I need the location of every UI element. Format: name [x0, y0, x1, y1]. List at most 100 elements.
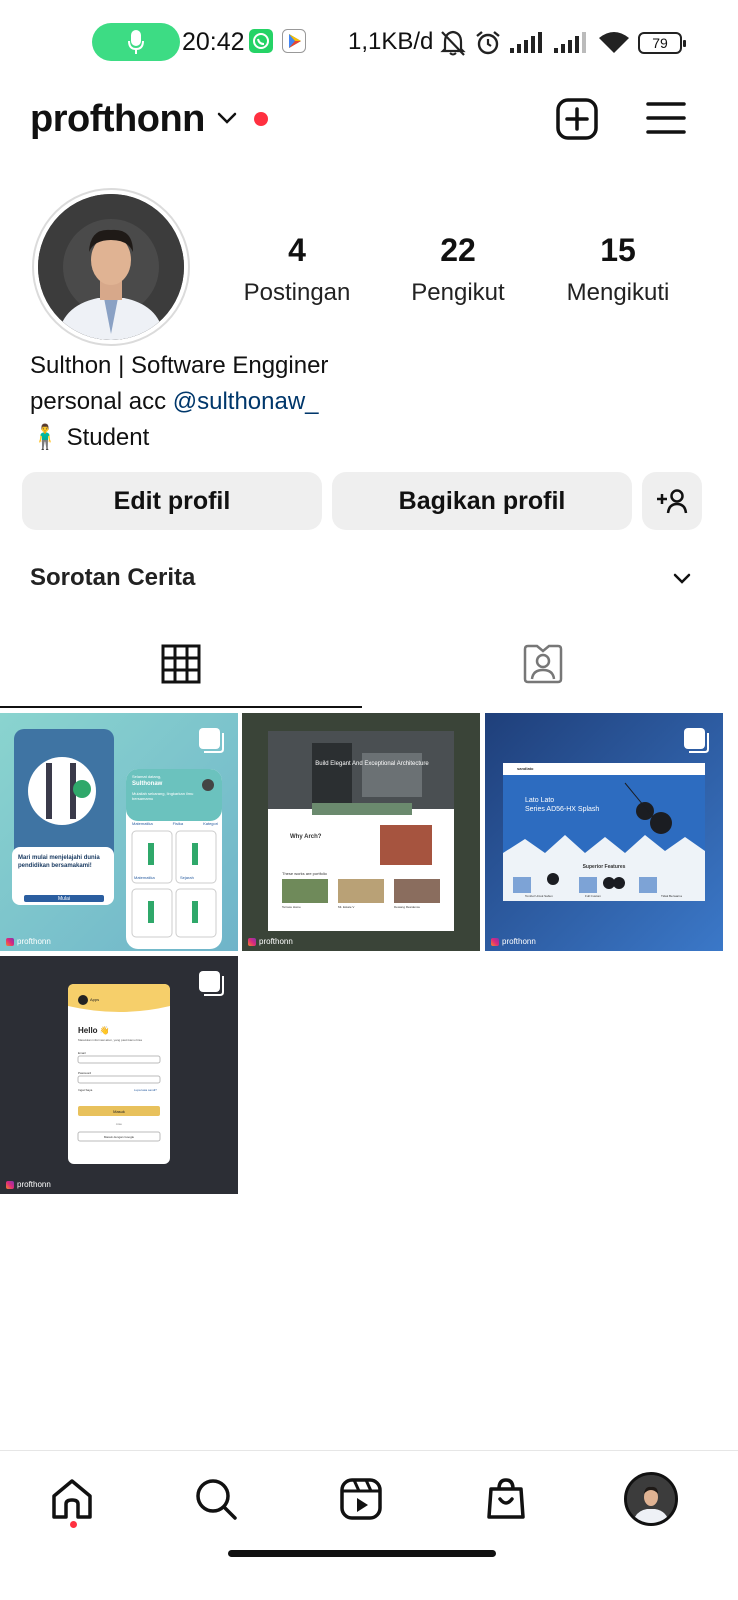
mic-icon	[128, 30, 144, 54]
bio-mention-link[interactable]: @sulthonaw_	[173, 388, 319, 415]
post-1-subtitle: Mulailah sekarang, lingkarkan ilmu bersa…	[132, 791, 194, 801]
bio-line-2: personal acc @sulthonaw_	[30, 384, 328, 420]
posts-count: 4	[288, 232, 306, 268]
avatar	[38, 194, 184, 340]
multi-image-icon	[199, 728, 224, 753]
post-1-name: Sulthonaw	[132, 781, 163, 787]
username[interactable]: profthonn	[30, 98, 205, 141]
bio-prefix: personal acc	[30, 388, 173, 415]
shop-icon	[487, 1478, 525, 1519]
post-1-greeting: Selamat datang,	[132, 774, 162, 779]
tab-tagged[interactable]	[362, 620, 724, 708]
post-3-feature: Tombol Untuk Sabun	[525, 894, 553, 898]
alarm-icon	[476, 31, 500, 55]
post-watermark-text: profthonn	[259, 937, 293, 946]
post-4-password-label: Password	[78, 1071, 92, 1075]
mute-icon	[440, 30, 466, 56]
post-1-item: Sejarah	[180, 875, 194, 880]
following-label: Mengikuti	[566, 279, 670, 306]
post-thumbnail[interactable]: Build Elegant And Exceptional Architectu…	[242, 713, 480, 951]
post-4-login-button: Masuk	[113, 1109, 125, 1114]
add-person-icon	[657, 489, 688, 514]
post-3-hero-line2: Series AD56-HX Splash	[525, 806, 600, 813]
battery-level: 79	[652, 35, 668, 51]
bio-name: Sulthon | Software Engginer	[30, 352, 329, 379]
network-speed: 1,1KB/d	[348, 28, 434, 55]
story-highlights-label[interactable]: Sorotan Cerita	[30, 564, 195, 592]
post-2-list-title: These works are portfolio	[282, 871, 327, 876]
signal-icon	[554, 32, 586, 53]
post-watermark: profthonn	[248, 937, 293, 946]
nav-search[interactable]	[186, 1469, 246, 1529]
status-time: 20:42	[182, 28, 245, 56]
post-3-feature: Tidak Berwarna	[661, 894, 682, 898]
profile-avatar[interactable]	[32, 188, 190, 346]
edit-profile-button[interactable]: Edit profil	[22, 472, 322, 530]
nav-reels[interactable]	[331, 1469, 391, 1529]
mic-indicator[interactable]	[92, 23, 180, 61]
post-watermark-text: profthonn	[17, 1180, 51, 1189]
bio-student: Student	[66, 424, 150, 451]
post-1-tabs: Matematika Fisika Kategori	[132, 821, 218, 826]
stat-following[interactable]: 15 Mengikuti	[538, 232, 698, 307]
tab-posts-grid[interactable]	[0, 620, 362, 708]
stat-posts[interactable]: 4 Postingan	[217, 232, 377, 307]
post-3-hero-line1: Lato Lato	[525, 797, 555, 804]
add-post-icon[interactable]	[556, 98, 598, 140]
profile-avatar	[624, 1472, 678, 1526]
stat-followers[interactable]: 22 Pengikut	[378, 232, 538, 307]
post-1-item: Matematika	[134, 875, 155, 880]
post-2-hero-title: Build Elegant And Exceptional Architectu…	[315, 761, 429, 767]
status-icons: 79	[440, 26, 686, 60]
post-2-project: Dewang Residence	[394, 905, 421, 909]
search-icon	[196, 1479, 237, 1520]
post-watermark: profthonn	[6, 1180, 51, 1189]
post-3-hero: Lato Lato Series AD56-HX Splash	[525, 796, 599, 814]
post-thumbnail[interactable]: Apps Hello 👋 Masukkan informasi akun, ya…	[0, 956, 238, 1194]
multi-image-icon	[199, 971, 224, 996]
post-4-or: Atau	[115, 1122, 123, 1126]
signal-icon	[510, 32, 542, 53]
post-1-tab: Matematika	[132, 821, 153, 826]
home-indicator[interactable]	[228, 1550, 496, 1557]
post-1-hero-text: Mari mulai menjelajahi dunia pendidikan …	[18, 854, 110, 870]
post-thumbnail[interactable]: sandlato Lato Lato Series AD56-HX Splash…	[485, 713, 723, 951]
status-bar: 20:42 1,1KB/d 79	[0, 0, 738, 86]
post-3-feature: Full Custom	[585, 894, 602, 898]
post-4-subtitle: Masukkan informasi akun, yang pasti kamu…	[78, 1038, 142, 1042]
post-1-hero-line2: pendidikan bersamakami!	[18, 863, 92, 869]
grid-icon	[161, 644, 201, 684]
chevron-down-icon[interactable]	[672, 572, 692, 586]
post-watermark-text: profthonn	[17, 937, 51, 946]
nav-profile[interactable]	[621, 1469, 681, 1529]
share-profile-button[interactable]: Bagikan profil	[332, 472, 632, 530]
followers-label: Pengikut	[411, 279, 505, 306]
nav-shop[interactable]	[476, 1469, 536, 1529]
post-2-project: Terrace Home	[282, 905, 301, 909]
wifi-icon	[599, 32, 629, 53]
nav-home[interactable]	[42, 1469, 102, 1529]
post-watermark: profthonn	[491, 937, 536, 946]
followers-count: 22	[440, 232, 476, 268]
post-1-hero-line1: Mari mulai menjelajahi dunia	[18, 855, 100, 861]
bio-line-3: 🧍‍♂️ Student	[30, 420, 328, 456]
profile-bio: Sulthon | Software Engginer personal acc…	[30, 348, 328, 456]
whatsapp-icon	[249, 29, 273, 53]
post-2-section-title: Why Arch?	[290, 834, 322, 840]
post-1-tab: Kategori	[203, 821, 218, 826]
post-4-email-label: Email	[78, 1051, 86, 1055]
post-3-features-title: Superior Features	[582, 864, 626, 870]
home-notification-dot	[70, 1521, 77, 1528]
post-4-remember: Ingat Saya	[78, 1088, 93, 1092]
discover-people-button[interactable]	[642, 472, 702, 530]
posts-label: Postingan	[243, 279, 351, 306]
post-2-project: Mt. Estate V	[338, 905, 355, 909]
chevron-down-icon[interactable]	[216, 110, 238, 126]
post-thumbnail[interactable]: Mari mulai menjelajahi dunia pendidikan …	[0, 713, 238, 951]
tagged-icon	[523, 644, 563, 684]
person-emoji: 🧍‍♂️	[30, 424, 60, 451]
menu-icon[interactable]	[646, 100, 686, 136]
home-icon	[52, 1479, 92, 1519]
post-1-hero-button: Mulai	[58, 896, 70, 902]
post-1-tab: Fisika	[172, 821, 184, 826]
